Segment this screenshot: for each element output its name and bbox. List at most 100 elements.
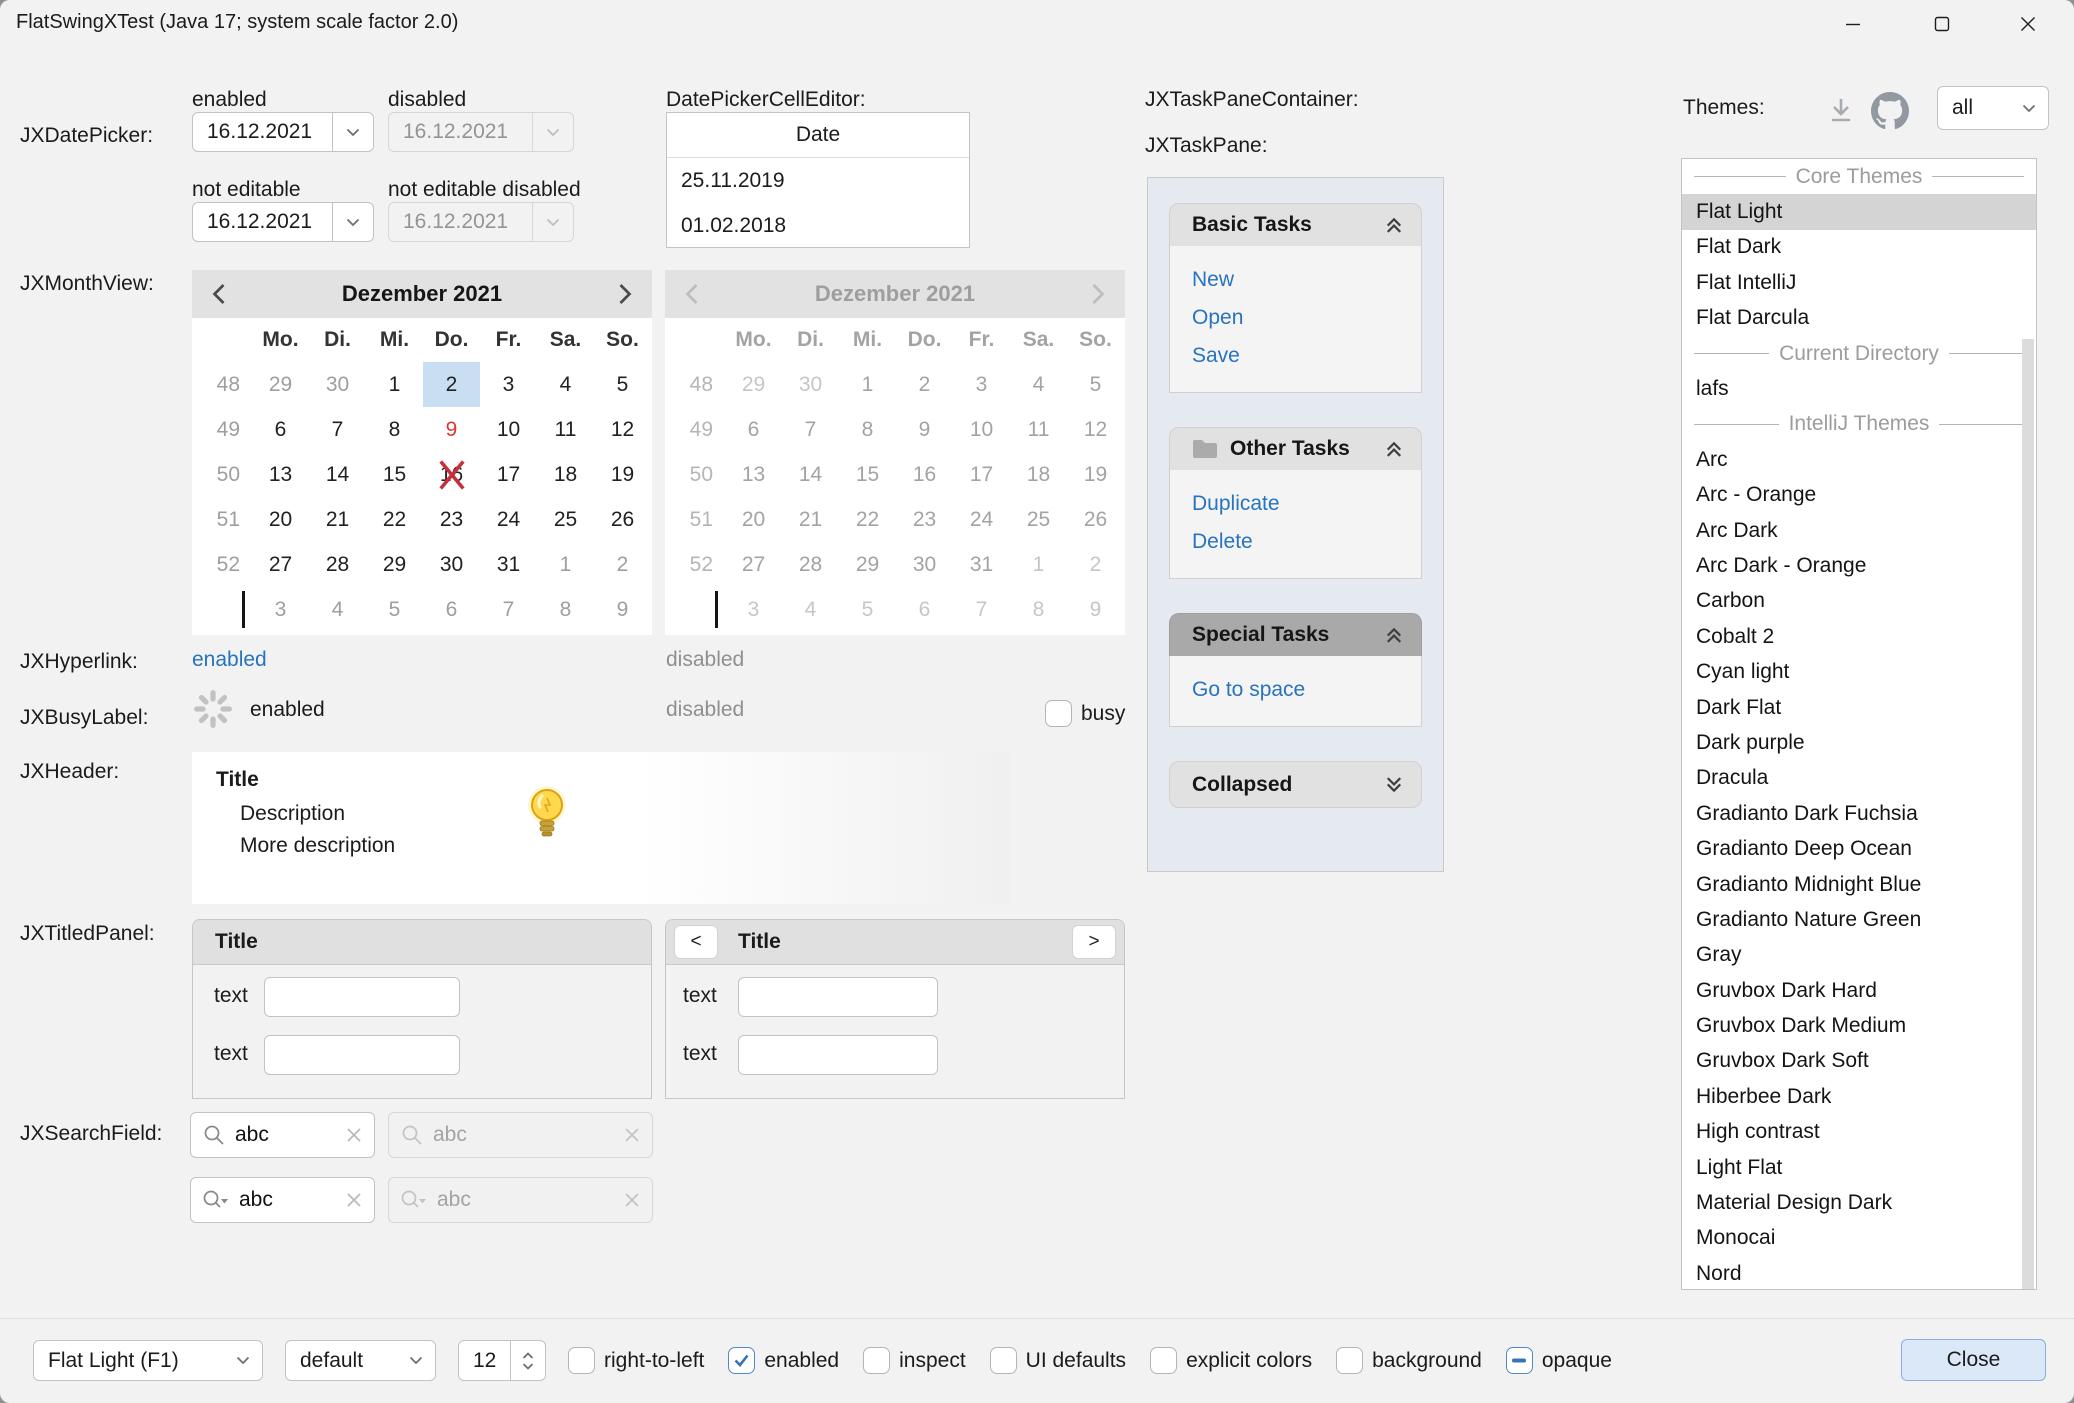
day-cell[interactable]: 12 xyxy=(594,407,651,452)
close-icon[interactable] xyxy=(1997,0,2059,48)
chevron-down-icon[interactable] xyxy=(332,113,373,151)
chevron-double-up-icon[interactable] xyxy=(1383,625,1405,645)
theme-item[interactable]: High contrast xyxy=(1682,1115,2036,1150)
chevron-down-icon[interactable] xyxy=(332,203,373,241)
day-cell[interactable]: 21 xyxy=(309,497,366,542)
checkbox-right-to-left[interactable]: right-to-left xyxy=(568,1347,704,1374)
taskpane-link-new[interactable]: New xyxy=(1192,268,1421,292)
text-field[interactable] xyxy=(264,977,460,1017)
theme-item[interactable]: Cobalt 2 xyxy=(1682,619,2036,654)
day-cell[interactable]: 7 xyxy=(480,587,537,632)
search-dropdown-icon[interactable] xyxy=(203,1189,229,1211)
checkbox-ui-defaults[interactable]: UI defaults xyxy=(990,1347,1126,1374)
day-cell[interactable]: 8 xyxy=(366,407,423,452)
hyperlink-enabled[interactable]: enabled xyxy=(192,648,267,672)
theme-item[interactable]: Gradianto Deep Ocean xyxy=(1682,831,2036,866)
text-field[interactable] xyxy=(264,1035,460,1075)
theme-item[interactable]: Gradianto Nature Green xyxy=(1682,902,2036,937)
theme-item[interactable]: Gradianto Dark Fuchsia xyxy=(1682,796,2036,831)
day-cell[interactable]: 3 xyxy=(252,587,309,632)
text-field[interactable] xyxy=(738,977,938,1017)
table-row[interactable]: 25.11.2019 xyxy=(667,158,969,203)
day-cell[interactable]: 24 xyxy=(480,497,537,542)
prev-button[interactable]: < xyxy=(674,925,718,959)
day-cell[interactable]: 14 xyxy=(309,452,366,497)
checkbox-inspect[interactable]: inspect xyxy=(863,1347,966,1374)
chevron-double-down-icon[interactable] xyxy=(1383,775,1405,795)
theme-item[interactable]: Arc xyxy=(1682,442,2036,477)
theme-item[interactable]: Flat Light xyxy=(1682,194,2036,229)
theme-item[interactable]: lafs xyxy=(1682,371,2036,406)
taskpane-header[interactable]: Collapsed xyxy=(1169,761,1422,808)
checkbox-box[interactable] xyxy=(990,1347,1017,1374)
checkbox-box[interactable] xyxy=(568,1347,595,1374)
scrollbar-thumb[interactable] xyxy=(2022,339,2034,1289)
day-cell[interactable]: 30 xyxy=(309,362,366,407)
day-cell[interactable]: 15 xyxy=(366,452,423,497)
day-cell[interactable]: 26 xyxy=(594,497,651,542)
day-cell[interactable]: 2 xyxy=(423,362,480,407)
day-cell[interactable]: 7 xyxy=(309,407,366,452)
checkbox-enabled[interactable]: enabled xyxy=(728,1347,839,1374)
theme-item[interactable]: Gruvbox Dark Soft xyxy=(1682,1044,2036,1079)
clear-icon[interactable] xyxy=(346,1192,362,1208)
next-button[interactable]: > xyxy=(1072,925,1116,959)
font-size-spinner[interactable]: 12 xyxy=(458,1340,546,1381)
checkbox-explicit-colors[interactable]: explicit colors xyxy=(1150,1347,1312,1374)
taskpane-link-go-to-space[interactable]: Go to space xyxy=(1192,678,1421,702)
theme-item[interactable]: Light Flat xyxy=(1682,1150,2036,1185)
clear-icon[interactable] xyxy=(346,1127,362,1143)
theme-item[interactable]: Gruvbox Dark Hard xyxy=(1682,973,2036,1008)
table-column-header[interactable]: Date xyxy=(667,113,969,158)
theme-item[interactable]: Arc - Orange xyxy=(1682,478,2036,513)
day-cell[interactable]: 13 xyxy=(252,452,309,497)
day-cell[interactable]: 29 xyxy=(366,542,423,587)
day-cell[interactable]: 2 xyxy=(594,542,651,587)
theme-item[interactable]: Flat IntelliJ xyxy=(1682,265,2036,300)
searchfield-dropdown-enabled[interactable]: abc xyxy=(190,1177,375,1223)
theme-item[interactable]: Arc Dark xyxy=(1682,513,2036,548)
day-cell[interactable]: 20 xyxy=(252,497,309,542)
day-cell[interactable]: 4 xyxy=(537,362,594,407)
taskpane-link-open[interactable]: Open xyxy=(1192,306,1421,330)
lookandfeel-combobox[interactable]: Flat Light (F1) xyxy=(33,1340,263,1381)
day-cell[interactable]: 25 xyxy=(537,497,594,542)
day-cell[interactable]: 3 xyxy=(480,362,537,407)
taskpane-header[interactable]: Other Tasks xyxy=(1169,427,1422,470)
day-cell[interactable]: 31 xyxy=(480,542,537,587)
day-cell[interactable]: 16 xyxy=(423,452,480,497)
day-cell[interactable]: 11 xyxy=(537,407,594,452)
checkbox-box[interactable] xyxy=(1150,1347,1177,1374)
theme-item[interactable]: Gruvbox Dark Medium xyxy=(1682,1008,2036,1043)
day-cell[interactable]: 6 xyxy=(252,407,309,452)
day-cell[interactable]: 9 xyxy=(423,407,480,452)
day-cell[interactable]: 5 xyxy=(366,587,423,632)
day-cell[interactable]: 23 xyxy=(423,497,480,542)
day-cell[interactable]: 28 xyxy=(309,542,366,587)
day-cell[interactable]: 30 xyxy=(423,542,480,587)
theme-item[interactable]: Nord xyxy=(1682,1256,2036,1290)
maximize-icon[interactable] xyxy=(1911,0,1973,48)
minimize-icon[interactable] xyxy=(1822,0,1884,48)
close-button[interactable]: Close xyxy=(1901,1339,2046,1381)
day-cell[interactable]: 27 xyxy=(252,542,309,587)
theme-item[interactable]: Carbon xyxy=(1682,584,2036,619)
theme-item[interactable]: Material Design Dark xyxy=(1682,1185,2036,1220)
spinner-down-icon[interactable] xyxy=(522,1362,534,1370)
day-cell[interactable]: 8 xyxy=(537,587,594,632)
day-cell[interactable]: 9 xyxy=(594,587,651,632)
theme-item[interactable]: Hiberbee Dark xyxy=(1682,1079,2036,1114)
theme-item[interactable]: Gray xyxy=(1682,938,2036,973)
checkbox-busy[interactable]: busy xyxy=(1045,700,1125,727)
day-cell[interactable]: 5 xyxy=(594,362,651,407)
chevron-double-up-icon[interactable] xyxy=(1383,215,1405,235)
day-cell[interactable]: 1 xyxy=(537,542,594,587)
style-combobox[interactable]: default xyxy=(285,1340,436,1381)
taskpane-link-save[interactable]: Save xyxy=(1192,344,1421,368)
checkbox-opaque[interactable]: opaque xyxy=(1506,1347,1612,1374)
theme-item[interactable]: Arc Dark - Orange xyxy=(1682,548,2036,583)
checkbox-box[interactable] xyxy=(728,1347,755,1374)
checkbox-background[interactable]: background xyxy=(1336,1347,1482,1374)
taskpane-header[interactable]: Special Tasks xyxy=(1169,613,1422,656)
calendar-prev-icon[interactable] xyxy=(206,282,232,306)
